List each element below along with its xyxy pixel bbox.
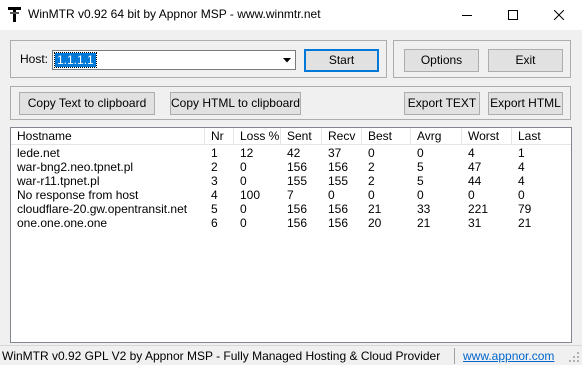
cell-recv: 0 xyxy=(328,188,335,202)
cell-nr: 4 xyxy=(211,188,218,202)
copy-text-button[interactable]: Copy Text to clipboard xyxy=(19,92,155,115)
table-row[interactable]: No response from host 4 100 7 0 0 0 0 0 xyxy=(11,188,571,202)
cell-loss: 0 xyxy=(240,216,247,230)
host-combobox[interactable]: 1.1.1.1 xyxy=(52,50,296,70)
cell-loss: 100 xyxy=(240,188,261,202)
cell-nr: 2 xyxy=(211,160,218,174)
cell-last: 21 xyxy=(518,216,532,230)
cell-loss: 0 xyxy=(240,160,247,174)
cell-worst: 4 xyxy=(468,146,475,160)
cell-sent: 42 xyxy=(287,146,301,160)
cell-worst: 31 xyxy=(468,216,482,230)
cell-sent: 156 xyxy=(287,216,308,230)
cell-hostname: No response from host xyxy=(17,188,139,202)
host-dropdown-button[interactable] xyxy=(278,51,295,69)
cell-nr: 5 xyxy=(211,202,218,216)
cell-hostname: war-bng2.neo.tpnet.pl xyxy=(17,160,134,174)
close-icon xyxy=(554,10,564,20)
cell-recv: 37 xyxy=(328,146,342,160)
cell-loss: 0 xyxy=(240,174,247,188)
column-header-sent[interactable]: Sent xyxy=(281,128,322,145)
cell-last: 0 xyxy=(518,188,525,202)
host-label: Host: xyxy=(20,52,49,66)
table-row[interactable]: war-r11.tpnet.pl 3 0 155 155 2 5 44 4 xyxy=(11,174,571,188)
cell-nr: 6 xyxy=(211,216,218,230)
cell-last: 79 xyxy=(518,202,532,216)
cell-worst: 0 xyxy=(468,188,475,202)
start-button[interactable]: Start xyxy=(304,49,379,72)
cell-sent: 156 xyxy=(287,160,308,174)
close-button[interactable] xyxy=(536,0,582,30)
status-text: WinMTR v0.92 GPL V2 by Appnor MSP - Full… xyxy=(2,349,441,363)
cell-hostname: war-r11.tpnet.pl xyxy=(17,174,100,188)
column-header-worst[interactable]: Worst xyxy=(462,128,512,145)
exit-button[interactable]: Exit xyxy=(488,49,563,72)
options-button[interactable]: Options xyxy=(404,49,479,72)
cell-avrg: 5 xyxy=(417,174,424,188)
title-bar: WinMTR v0.92 64 bit by Appnor MSP - www.… xyxy=(0,0,582,30)
export-text-button[interactable]: Export TEXT xyxy=(404,92,480,115)
cell-worst: 47 xyxy=(468,160,482,174)
window-title: WinMTR v0.92 64 bit by Appnor MSP - www.… xyxy=(28,7,321,21)
resize-grip-icon[interactable] xyxy=(569,352,580,363)
cell-best: 21 xyxy=(368,202,382,216)
maximize-icon xyxy=(508,10,518,20)
cell-avrg: 33 xyxy=(417,202,431,216)
cell-hostname: cloudflare-20.gw.opentransit.net xyxy=(17,202,188,216)
cell-best: 2 xyxy=(368,174,375,188)
cell-avrg: 0 xyxy=(417,146,424,160)
cell-hostname: one.one.one.one xyxy=(17,216,108,230)
column-header-recv[interactable]: Recv xyxy=(322,128,362,145)
cell-best: 0 xyxy=(368,146,375,160)
table-row[interactable]: lede.net 1 12 42 37 0 0 4 1 xyxy=(11,146,571,160)
maximize-button[interactable] xyxy=(490,0,536,30)
dialog-body: Host: 1.1.1.1 Start Options Exit Copy Te… xyxy=(0,30,582,365)
host-input[interactable]: 1.1.1.1 xyxy=(54,52,97,68)
cell-best: 20 xyxy=(368,216,382,230)
cell-sent: 7 xyxy=(287,188,294,202)
column-header-loss[interactable]: Loss % xyxy=(234,128,281,145)
minimize-icon xyxy=(462,15,472,16)
cell-loss: 12 xyxy=(240,146,254,160)
column-header-last[interactable]: Last xyxy=(512,128,571,145)
cell-avrg: 5 xyxy=(417,160,424,174)
cell-loss: 0 xyxy=(240,202,247,216)
winmtr-app-icon xyxy=(8,7,21,22)
cell-worst: 44 xyxy=(468,174,482,188)
cell-last: 1 xyxy=(518,146,525,160)
cell-worst: 221 xyxy=(468,202,489,216)
table-row[interactable]: war-bng2.neo.tpnet.pl 2 0 156 156 2 5 47 4 xyxy=(11,160,571,174)
list-header: Hostname Nr Loss % Sent Recv Best Avrg W… xyxy=(11,128,571,145)
minimize-button[interactable] xyxy=(444,0,490,30)
cell-avrg: 21 xyxy=(417,216,431,230)
cell-recv: 155 xyxy=(328,174,349,188)
status-separator xyxy=(454,348,455,364)
cell-last: 4 xyxy=(518,174,525,188)
cell-hostname: lede.net xyxy=(17,146,60,160)
status-bar: WinMTR v0.92 GPL V2 by Appnor MSP - Full… xyxy=(0,345,582,365)
column-header-avrg[interactable]: Avrg xyxy=(411,128,462,145)
cell-best: 0 xyxy=(368,188,375,202)
chevron-down-icon xyxy=(283,58,291,63)
cell-nr: 3 xyxy=(211,174,218,188)
cell-sent: 155 xyxy=(287,174,308,188)
trace-results-list[interactable]: Hostname Nr Loss % Sent Recv Best Avrg W… xyxy=(10,127,572,343)
cell-sent: 156 xyxy=(287,202,308,216)
column-header-hostname[interactable]: Hostname xyxy=(11,128,205,145)
column-header-nr[interactable]: Nr xyxy=(205,128,234,145)
table-row[interactable]: one.one.one.one 6 0 156 156 20 21 31 21 xyxy=(11,216,571,230)
export-html-button[interactable]: Export HTML xyxy=(488,92,563,115)
cell-last: 4 xyxy=(518,160,525,174)
cell-recv: 156 xyxy=(328,202,349,216)
cell-recv: 156 xyxy=(328,160,349,174)
cell-best: 2 xyxy=(368,160,375,174)
cell-nr: 1 xyxy=(211,146,218,160)
cell-avrg: 0 xyxy=(417,188,424,202)
copy-html-button[interactable]: Copy HTML to clipboard xyxy=(170,92,301,115)
table-row[interactable]: cloudflare-20.gw.opentransit.net 5 0 156 156… xyxy=(11,202,571,216)
column-header-best[interactable]: Best xyxy=(362,128,411,145)
appnor-link[interactable]: www.appnor.com xyxy=(463,349,554,363)
cell-recv: 156 xyxy=(328,216,349,230)
